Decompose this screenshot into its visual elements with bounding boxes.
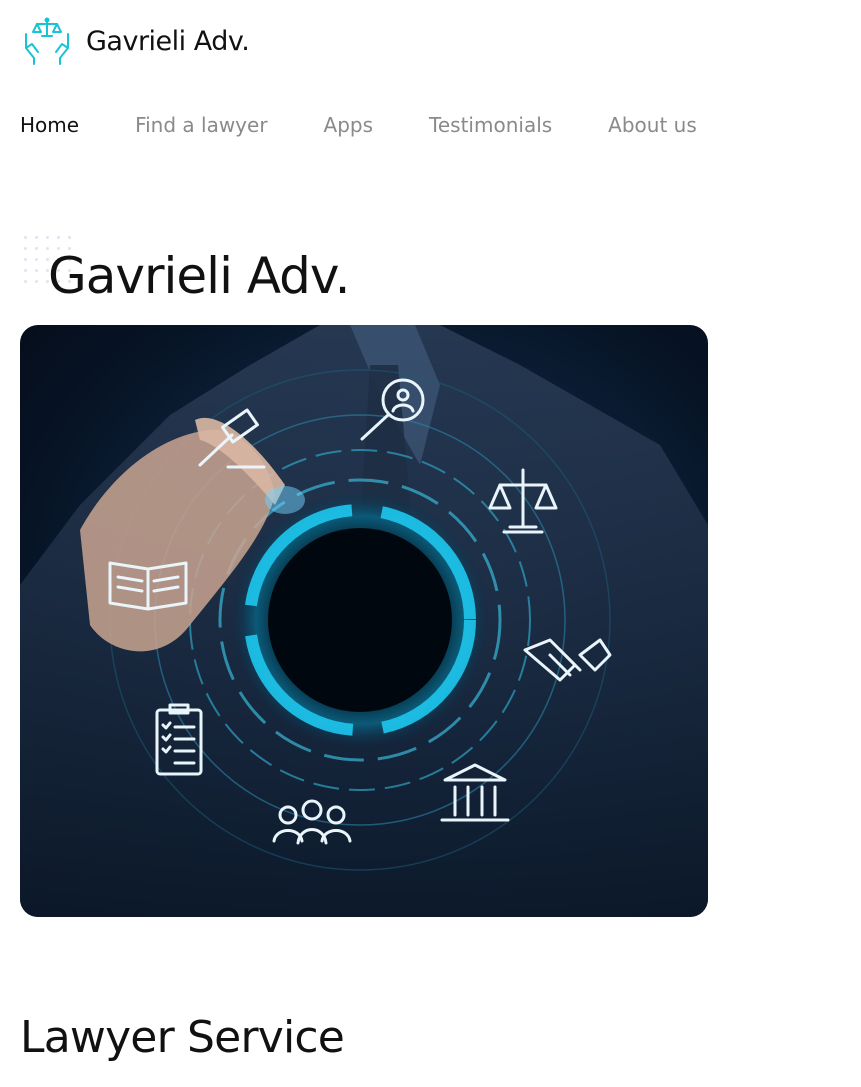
hero-title: Gavrieli Adv. xyxy=(48,247,351,305)
main-nav: Home Find a lawyer Apps Testimonials Abo… xyxy=(20,110,753,140)
nav-item-testimonials[interactable]: Testimonials xyxy=(429,113,552,137)
section-title-lawyer-service: Lawyer Service xyxy=(20,1012,345,1063)
nav-item-find-a-lawyer[interactable]: Find a lawyer xyxy=(135,113,267,137)
logo-text: Gavrieli Adv. xyxy=(86,25,250,57)
hero-illustration xyxy=(20,325,708,917)
nav-item-apps[interactable]: Apps xyxy=(324,113,374,137)
scales-hands-icon xyxy=(25,17,69,65)
nav-item-home[interactable]: Home xyxy=(20,113,79,137)
nav-item-about-us[interactable]: About us xyxy=(608,113,697,137)
site-logo[interactable]: Gavrieli Adv. xyxy=(20,14,250,68)
hero-image xyxy=(20,325,708,917)
